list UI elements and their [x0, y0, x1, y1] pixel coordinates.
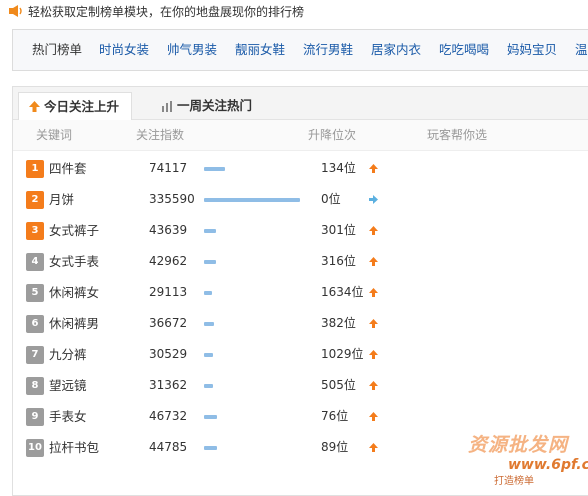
nav-item-more[interactable]: 温: [575, 30, 588, 70]
index-bar: [204, 229, 216, 233]
index-value: 43639: [149, 223, 188, 237]
trend-up-icon: [368, 163, 379, 174]
table-row: 2 月饼 335590 0位: [13, 184, 588, 215]
index-bar: [204, 260, 216, 264]
nav-item-women-fashion[interactable]: 时尚女装: [99, 30, 149, 70]
nav-item-hot[interactable]: 热门榜单: [32, 30, 82, 70]
nav-item-baby[interactable]: 妈妈宝贝: [507, 30, 557, 70]
watermark: 资源批发网 www.6pf.cn 打造榜单: [468, 430, 588, 490]
header-recommend: 玩客帮你选: [427, 128, 488, 142]
trend-up-icon: [368, 411, 379, 422]
keyword-link[interactable]: 望远镜: [49, 370, 87, 401]
index-bar: [204, 322, 214, 326]
table-row: 3 女式裤子 43639 301位: [13, 215, 588, 246]
up-arrow-icon: [29, 101, 40, 112]
rank-change: 89位: [321, 440, 349, 454]
tab-label: 一周关注热门: [177, 98, 253, 113]
nav-item-home-underwear[interactable]: 居家内衣: [371, 30, 421, 70]
notice-text[interactable]: 轻松获取定制榜单模块，在你的地盘展现你的排行榜: [28, 3, 304, 20]
nav-item-men-shoes[interactable]: 流行男鞋: [303, 30, 353, 70]
index-value: 46732: [149, 409, 188, 423]
table-row: 1 四件套 74117 134位: [13, 153, 588, 184]
index-bar: [204, 415, 217, 419]
keyword-link[interactable]: 九分裤: [49, 339, 87, 370]
rank-badge: 10: [26, 439, 44, 457]
rank-change: 1634位: [321, 285, 364, 299]
table-row: 4 女式手表 42962 316位: [13, 246, 588, 277]
nav-item-men-fashion[interactable]: 帅气男装: [167, 30, 217, 70]
table-row: 5 休闲裤女 29113 1634位: [13, 277, 588, 308]
trend-up-icon: [368, 380, 379, 391]
trend-up-icon: [368, 349, 379, 360]
index-value: 74117: [149, 161, 188, 175]
rank-badge: 6: [26, 315, 44, 333]
keyword-link[interactable]: 拉杆书包: [49, 432, 99, 463]
rank-change: 382位: [321, 316, 356, 330]
rank-badge: 8: [26, 377, 44, 395]
keyword-link[interactable]: 四件套: [49, 153, 87, 184]
rank-change: 134位: [321, 161, 356, 175]
tab-week-hot[interactable]: 一周关注热门: [161, 93, 252, 119]
header-index: 关注指数: [136, 128, 185, 142]
header-keyword: 关键词: [36, 128, 73, 142]
keyword-link[interactable]: 女式裤子: [49, 215, 99, 246]
index-bar: [204, 384, 213, 388]
index-bar: [204, 198, 300, 202]
index-value: 31362: [149, 378, 188, 392]
index-bar: [204, 446, 217, 450]
speaker-icon: [6, 3, 26, 19]
index-bar: [204, 291, 212, 295]
index-bar: [204, 167, 225, 171]
keyword-link[interactable]: 女式手表: [49, 246, 99, 277]
index-value: 42962: [149, 254, 188, 268]
tab-today-rising[interactable]: 今日关注上升: [18, 92, 133, 121]
rank-change: 0位: [321, 192, 341, 206]
table-row: 6 休闲裤男 36672 382位: [13, 308, 588, 339]
keyword-link[interactable]: 休闲裤女: [49, 277, 99, 308]
table-header: 关键词 关注指数 升降位次 玩客帮你选: [13, 120, 588, 151]
watermark-title: 资源批发网: [468, 434, 569, 456]
table-row: 9 手表女 46732 76位: [13, 401, 588, 432]
watermark-url: www.6pf.cn: [508, 457, 588, 473]
index-value: 30529: [149, 347, 188, 361]
top-notice-bar: 轻松获取定制榜单模块，在你的地盘展现你的排行榜: [0, 0, 588, 22]
category-nav: 热门榜单 时尚女装 帅气男装 靓丽女鞋 流行男鞋 居家内衣 吃吃喝喝 妈妈宝贝 …: [12, 29, 588, 71]
tab-label: 今日关注上升: [44, 98, 120, 114]
rank-badge: 7: [26, 346, 44, 364]
header-change: 升降位次: [308, 128, 357, 142]
rank-badge: 9: [26, 408, 44, 426]
trend-up-icon: [368, 318, 379, 329]
index-value: 44785: [149, 440, 188, 454]
trend-up-icon: [368, 256, 379, 267]
index-bar: [204, 353, 213, 357]
table-row: 8 望远镜 31362 505位: [13, 370, 588, 401]
keyword-link[interactable]: 手表女: [49, 401, 87, 432]
bar-chart-icon: [161, 100, 173, 112]
trend-up-icon: [368, 442, 379, 453]
watermark-caption: 打造榜单: [494, 476, 534, 487]
nav-item-food[interactable]: 吃吃喝喝: [439, 30, 489, 70]
index-value: 335590: [149, 192, 195, 206]
trend-up-icon: [368, 287, 379, 298]
index-value: 36672: [149, 316, 188, 330]
rank-badge: 1: [26, 160, 44, 178]
rank-change: 505位: [321, 378, 356, 392]
nav-item-women-shoes[interactable]: 靓丽女鞋: [235, 30, 285, 70]
keyword-link[interactable]: 休闲裤男: [49, 308, 99, 339]
rank-change: 316位: [321, 254, 356, 268]
keyword-link[interactable]: 月饼: [49, 184, 74, 215]
rank-badge: 3: [26, 222, 44, 240]
rank-badge: 4: [26, 253, 44, 271]
table-row: 7 九分裤 30529 1029位: [13, 339, 588, 370]
ranking-tabs: 今日关注上升 一周关注热门: [13, 87, 588, 121]
rank-badge: 2: [26, 191, 44, 209]
trend-up-icon: [368, 225, 379, 236]
trend-flat-icon: [368, 194, 379, 205]
rank-change: 301位: [321, 223, 356, 237]
rank-badge: 5: [26, 284, 44, 302]
rank-change: 1029位: [321, 347, 364, 361]
rank-change: 76位: [321, 409, 349, 423]
index-value: 29113: [149, 285, 188, 299]
